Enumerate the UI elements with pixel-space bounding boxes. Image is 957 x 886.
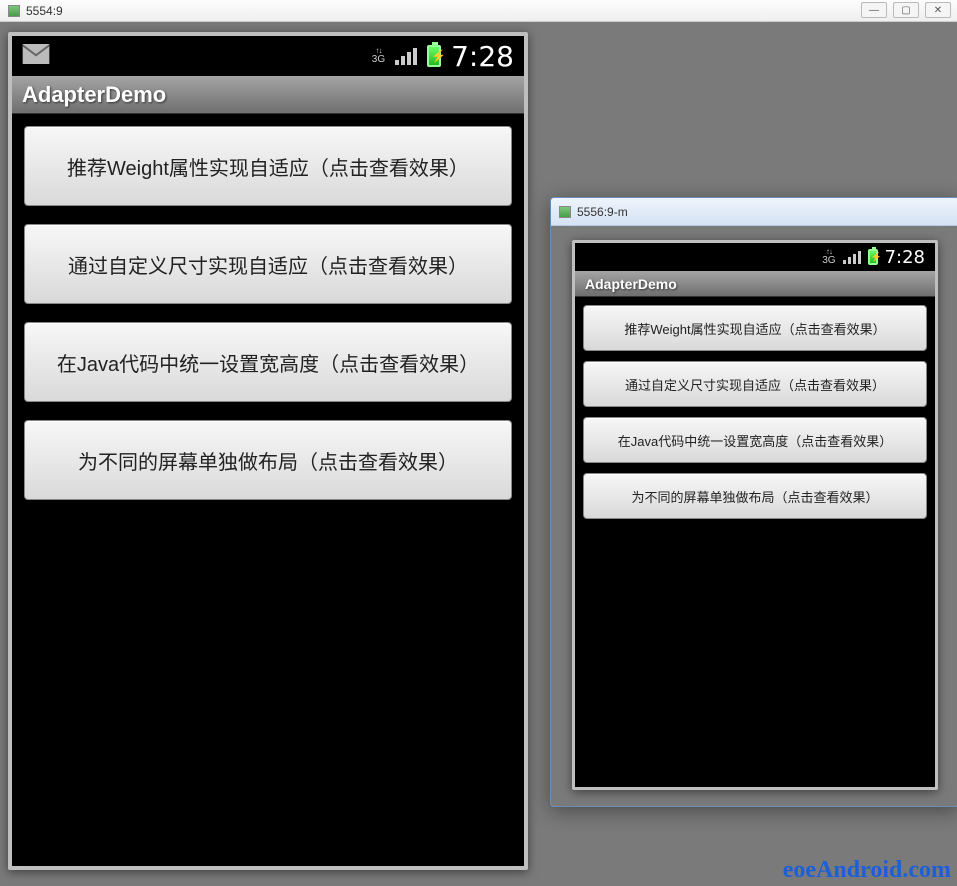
status-clock: 7:28 [451, 40, 514, 73]
app-title-bar: AdapterDemo [12, 76, 524, 114]
signal-bars-icon [843, 251, 861, 264]
status-clock-small: 7:28 [885, 247, 925, 268]
option-label: 通过自定义尺寸实现自适应（点击查看效果） [625, 375, 885, 394]
network-3g-icon: ↑↓ 3G [372, 47, 385, 65]
secondary-window-body: ↑↓ 3G ⚡ 7:28 AdapterDemo 推荐Weight属性实现自适应… [551, 226, 957, 806]
option-button-separate-layout[interactable]: 为不同的屏幕单独做布局（点击查看效果） [24, 420, 512, 500]
app-content: 推荐Weight属性实现自适应（点击查看效果） 通过自定义尺寸实现自适应（点击查… [12, 114, 524, 512]
minimize-button[interactable]: — [861, 2, 887, 18]
option-button-weight[interactable]: 推荐Weight属性实现自适应（点击查看效果） [583, 305, 927, 351]
option-label: 在Java代码中统一设置宽高度（点击查看效果） [57, 348, 479, 377]
app-title-bar-small: AdapterDemo [575, 271, 935, 297]
app-icon [559, 206, 571, 218]
option-label: 为不同的屏幕单独做布局（点击查看效果） [78, 446, 458, 475]
watermark-text: eoeAndroid.com [783, 857, 951, 884]
emulator-small: ↑↓ 3G ⚡ 7:28 AdapterDemo 推荐Weight属性实现自适应… [572, 240, 938, 790]
secondary-window-titlebar: 5556:9-m [551, 198, 957, 226]
android-status-bar-small: ↑↓ 3G ⚡ 7:28 [575, 243, 935, 271]
option-label: 推荐Weight属性实现自适应（点击查看效果） [67, 152, 469, 181]
option-button-customsize[interactable]: 通过自定义尺寸实现自适应（点击查看效果） [583, 361, 927, 407]
app-icon [8, 5, 20, 17]
app-title-text: AdapterDemo [22, 82, 166, 108]
secondary-window-title: 5556:9-m [577, 205, 628, 219]
battery-icon: ⚡ [427, 45, 441, 67]
option-button-javacode[interactable]: 在Java代码中统一设置宽高度（点击查看效果） [583, 417, 927, 463]
battery-icon: ⚡ [868, 249, 878, 265]
maximize-button[interactable]: ▢ [893, 2, 919, 18]
android-status-bar: ↑↓ 3G ⚡ 7:28 [12, 36, 524, 76]
desktop-area: ↑↓ 3G ⚡ 7:28 AdapterDemo 推荐Weight属性实现自适应… [0, 22, 957, 886]
option-label: 推荐Weight属性实现自适应（点击查看效果） [624, 319, 885, 338]
option-button-customsize[interactable]: 通过自定义尺寸实现自适应（点击查看效果） [24, 224, 512, 304]
option-button-separate-layout[interactable]: 为不同的屏幕单独做布局（点击查看效果） [583, 473, 927, 519]
app-content-small: 推荐Weight属性实现自适应（点击查看效果） 通过自定义尺寸实现自适应（点击查… [575, 297, 935, 527]
app-title-text: AdapterDemo [585, 276, 677, 292]
emulator-large: ↑↓ 3G ⚡ 7:28 AdapterDemo 推荐Weight属性实现自适应… [8, 32, 528, 870]
network-3g-icon: ↑↓ 3G [822, 248, 835, 266]
option-label: 为不同的屏幕单独做布局（点击查看效果） [631, 487, 878, 506]
option-label: 在Java代码中统一设置宽高度（点击查看效果） [618, 431, 892, 450]
main-window-titlebar: 5554:9 — ▢ ✕ [0, 0, 957, 22]
signal-bars-icon [395, 47, 417, 65]
close-button[interactable]: ✕ [925, 2, 951, 18]
mail-icon [22, 44, 50, 69]
main-window-title: 5554:9 [26, 4, 63, 18]
option-button-weight[interactable]: 推荐Weight属性实现自适应（点击查看效果） [24, 126, 512, 206]
option-label: 通过自定义尺寸实现自适应（点击查看效果） [68, 250, 468, 279]
secondary-window: 5556:9-m ↑↓ 3G ⚡ 7:28 AdapterDemo [550, 197, 957, 807]
option-button-javacode[interactable]: 在Java代码中统一设置宽高度（点击查看效果） [24, 322, 512, 402]
